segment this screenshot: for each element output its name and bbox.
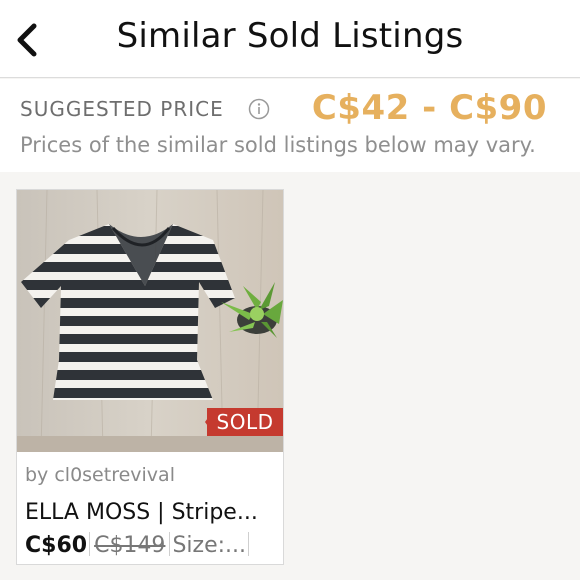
suggested-price-label: SUGGESTED PRICE [20,97,224,121]
divider [89,532,91,556]
listing-seller[interactable]: by cl0setrevival [25,464,175,486]
page-title: Similar Sold Listings [116,16,464,56]
divider [248,532,249,556]
top-bar: Similar Sold Listings [0,0,580,78]
price-note: Prices of the similar sold listings belo… [20,133,536,157]
listing-size: Size:... [172,533,246,558]
info-icon [248,98,270,120]
suggested-price-range: C$42 - C$90 [311,88,547,128]
listing-title[interactable]: ELLA MOSS | Stripe... [25,500,275,525]
info-button[interactable] [248,98,270,120]
listing-price-row: C$60 C$149 Size:... [25,532,251,562]
listing-photo[interactable]: SOLD [17,190,283,452]
listing-original-price: C$149 [94,533,166,558]
sold-badge: SOLD [207,408,283,436]
listing-price: C$60 [25,533,88,558]
listing-card[interactable]: SOLD by cl0setrevival ELLA MOSS | Stripe… [16,189,284,565]
divider [169,532,171,556]
